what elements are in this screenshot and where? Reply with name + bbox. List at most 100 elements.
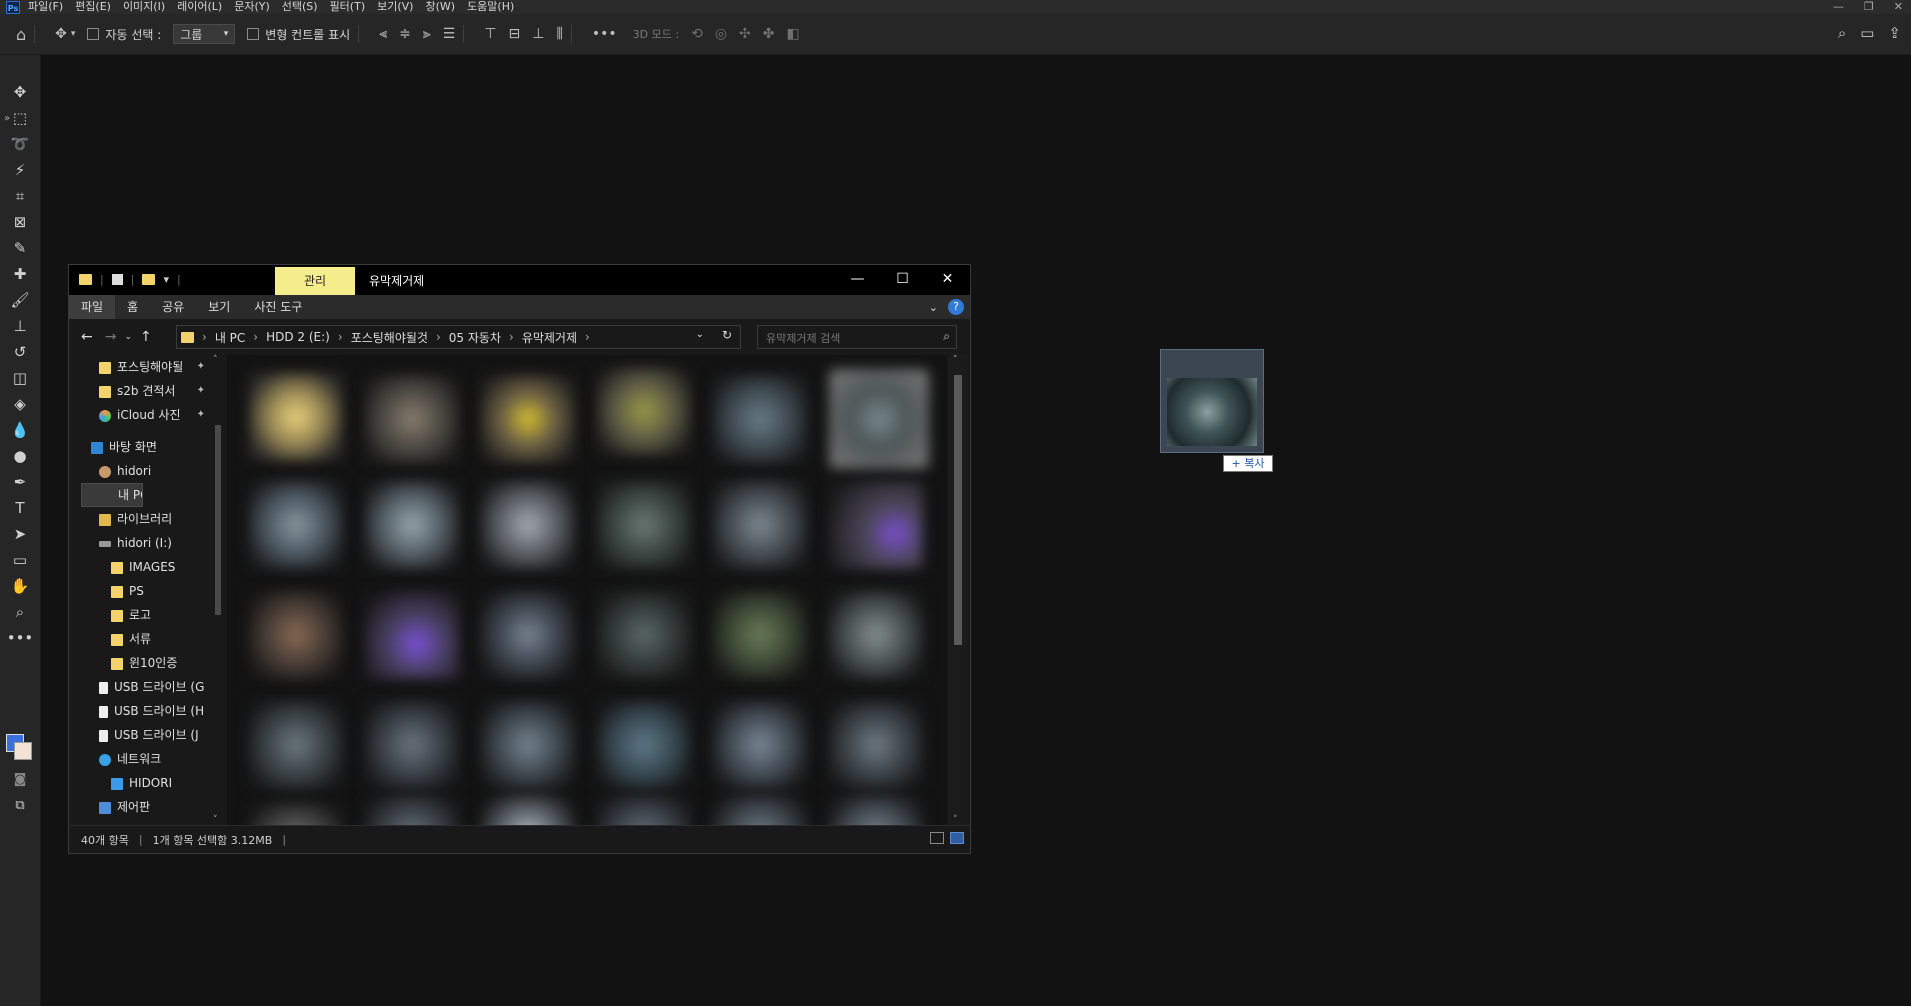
- file-thumbnail[interactable]: [597, 367, 691, 455]
- more-options-icon[interactable]: •••: [592, 26, 617, 42]
- history-brush-tool-icon[interactable]: ↺: [0, 339, 40, 365]
- breadcrumb-item[interactable]: 내 PC: [215, 329, 245, 346]
- minimize-icon[interactable]: —: [1833, 0, 1844, 14]
- search-icon[interactable]: ⌕: [943, 329, 950, 344]
- nav-item[interactable]: 내 PC: [81, 483, 143, 507]
- file-thumbnail[interactable]: [597, 481, 691, 569]
- nav-item[interactable]: 바탕 화면: [69, 435, 211, 459]
- breadcrumb-item[interactable]: 포스팅해야될것: [351, 329, 428, 346]
- auto-select-checkbox[interactable]: [87, 28, 100, 40]
- file-thumbnail[interactable]: [365, 701, 459, 789]
- file-thumbnail[interactable]: [713, 795, 807, 825]
- file-thumbnail[interactable]: [365, 375, 459, 463]
- nav-item[interactable]: IMAGES: [69, 555, 211, 579]
- nav-item[interactable]: 포스팅해야될 ✦: [69, 355, 211, 379]
- file-thumbnail[interactable]: [829, 481, 923, 569]
- eraser-tool-icon[interactable]: ◫: [0, 365, 40, 391]
- file-thumbnail[interactable]: [829, 701, 923, 789]
- lasso-tool-icon[interactable]: ➰: [0, 131, 40, 157]
- menu-layer[interactable]: 레이어(L): [177, 0, 222, 14]
- frame-tool-icon[interactable]: ⊠: [0, 209, 40, 235]
- transform-controls-checkbox[interactable]: [247, 28, 260, 40]
- nav-item[interactable]: 서류: [69, 627, 211, 651]
- search-input[interactable]: 유막제거제 검색 ⌕: [757, 325, 957, 349]
- brush-tool-icon[interactable]: 🖌: [0, 287, 40, 313]
- chevron-down-icon[interactable]: ⌄: [696, 329, 704, 340]
- scrollbar-thumb[interactable]: [215, 425, 221, 615]
- healing-brush-tool-icon[interactable]: ✚: [0, 261, 40, 287]
- file-thumbnail[interactable]: [365, 481, 459, 569]
- menu-image[interactable]: 이미지(I): [123, 0, 165, 14]
- nav-item[interactable]: hidori (I:): [69, 531, 211, 555]
- breadcrumb-item[interactable]: 유막제거제: [522, 329, 577, 346]
- nav-item[interactable]: 로고: [69, 603, 211, 627]
- file-thumbnail[interactable]: [597, 591, 691, 679]
- auto-select-dropdown[interactable]: 그룹 ▾: [173, 24, 236, 44]
- file-thumbnail[interactable]: [713, 481, 807, 569]
- nav-item[interactable]: 윈10인증: [69, 651, 211, 675]
- path-selection-tool-icon[interactable]: ➤: [0, 521, 40, 547]
- manage-tab[interactable]: 관리: [275, 267, 355, 295]
- file-thumbnail[interactable]: [249, 591, 343, 679]
- file-thumbnail[interactable]: [829, 795, 923, 825]
- move-tool-icon[interactable]: ✥: [55, 26, 67, 42]
- menu-file[interactable]: 파일(F): [28, 0, 63, 14]
- new-folder-icon[interactable]: [142, 274, 156, 285]
- large-icons-view-icon[interactable]: [950, 832, 964, 844]
- distribute-icon[interactable]: ☰: [443, 26, 456, 42]
- refresh-icon[interactable]: ↻: [722, 328, 732, 342]
- align-right-icon[interactable]: ⫸: [423, 26, 431, 42]
- recent-locations-icon[interactable]: ⌄: [124, 332, 132, 342]
- align-bottom-icon[interactable]: ⊥: [532, 26, 544, 42]
- nav-item[interactable]: hidori: [69, 459, 211, 483]
- file-thumbnail[interactable]: [597, 795, 691, 825]
- pen-tool-icon[interactable]: ✒: [0, 469, 40, 495]
- menu-view[interactable]: 보기(V): [377, 0, 413, 14]
- workspace-icon[interactable]: ▭: [1860, 24, 1874, 42]
- eyedropper-tool-icon[interactable]: ✎: [0, 235, 40, 261]
- file-thumbnail[interactable]: [713, 591, 807, 679]
- quick-mask-icon[interactable]: ◙: [0, 767, 40, 793]
- file-thumbnail[interactable]: [481, 795, 575, 825]
- back-icon[interactable]: ←: [81, 329, 93, 345]
- restore-icon[interactable]: ❐: [1864, 0, 1874, 14]
- scrollbar-thumb[interactable]: [954, 375, 962, 645]
- file-thumbnail[interactable]: [481, 591, 575, 679]
- scroll-up-icon[interactable]: ˄: [953, 355, 958, 365]
- help-icon[interactable]: ?: [948, 299, 964, 315]
- menu-filter[interactable]: 필터(T): [330, 0, 366, 14]
- tab-home[interactable]: 홈: [115, 295, 150, 319]
- collapse-icon[interactable]: »: [4, 113, 10, 124]
- hand-tool-icon[interactable]: ✋: [0, 573, 40, 599]
- distribute-vertical-icon[interactable]: ⫼: [556, 26, 562, 42]
- file-thumbnail[interactable]: [249, 481, 343, 569]
- stamp-tool-icon[interactable]: ⊥: [0, 313, 40, 339]
- file-thumbnail[interactable]: [713, 375, 807, 463]
- edit-toolbar-icon[interactable]: •••: [0, 625, 40, 651]
- properties-icon[interactable]: [111, 274, 123, 285]
- nav-item[interactable]: 제어판: [69, 795, 211, 819]
- align-top-icon[interactable]: ⊤: [484, 26, 496, 42]
- menu-window[interactable]: 창(W): [425, 0, 455, 14]
- nav-item[interactable]: iCloud 사진 ✦: [69, 403, 211, 427]
- crop-tool-icon[interactable]: ⌗: [0, 183, 40, 209]
- blur-tool-icon[interactable]: 💧: [0, 417, 40, 443]
- close-icon[interactable]: ✕: [1894, 0, 1903, 14]
- file-thumbnail[interactable]: [249, 803, 343, 825]
- align-middle-icon[interactable]: ⊟: [509, 26, 521, 42]
- file-thumbnail[interactable]: [481, 481, 575, 569]
- zoom-tool-icon[interactable]: ⌕: [0, 599, 40, 625]
- forward-icon[interactable]: →: [105, 329, 117, 345]
- nav-item[interactable]: s2b 견적서 ✦: [69, 379, 211, 403]
- scroll-up-icon[interactable]: ˄: [213, 355, 218, 365]
- nav-item[interactable]: 네트워크: [69, 747, 211, 771]
- chevron-down-icon[interactable]: ▾: [71, 29, 76, 39]
- search-icon[interactable]: ⌕: [1838, 24, 1846, 42]
- dodge-tool-icon[interactable]: ●: [0, 443, 40, 469]
- nav-item[interactable]: 라이브러리: [69, 507, 211, 531]
- tab-picture-tools[interactable]: 사진 도구: [242, 295, 314, 319]
- align-left-icon[interactable]: ⫷: [379, 26, 387, 42]
- file-thumbnail[interactable]: [597, 701, 691, 789]
- up-icon[interactable]: ↑: [140, 329, 152, 345]
- file-thumbnail-selected[interactable]: [829, 369, 929, 469]
